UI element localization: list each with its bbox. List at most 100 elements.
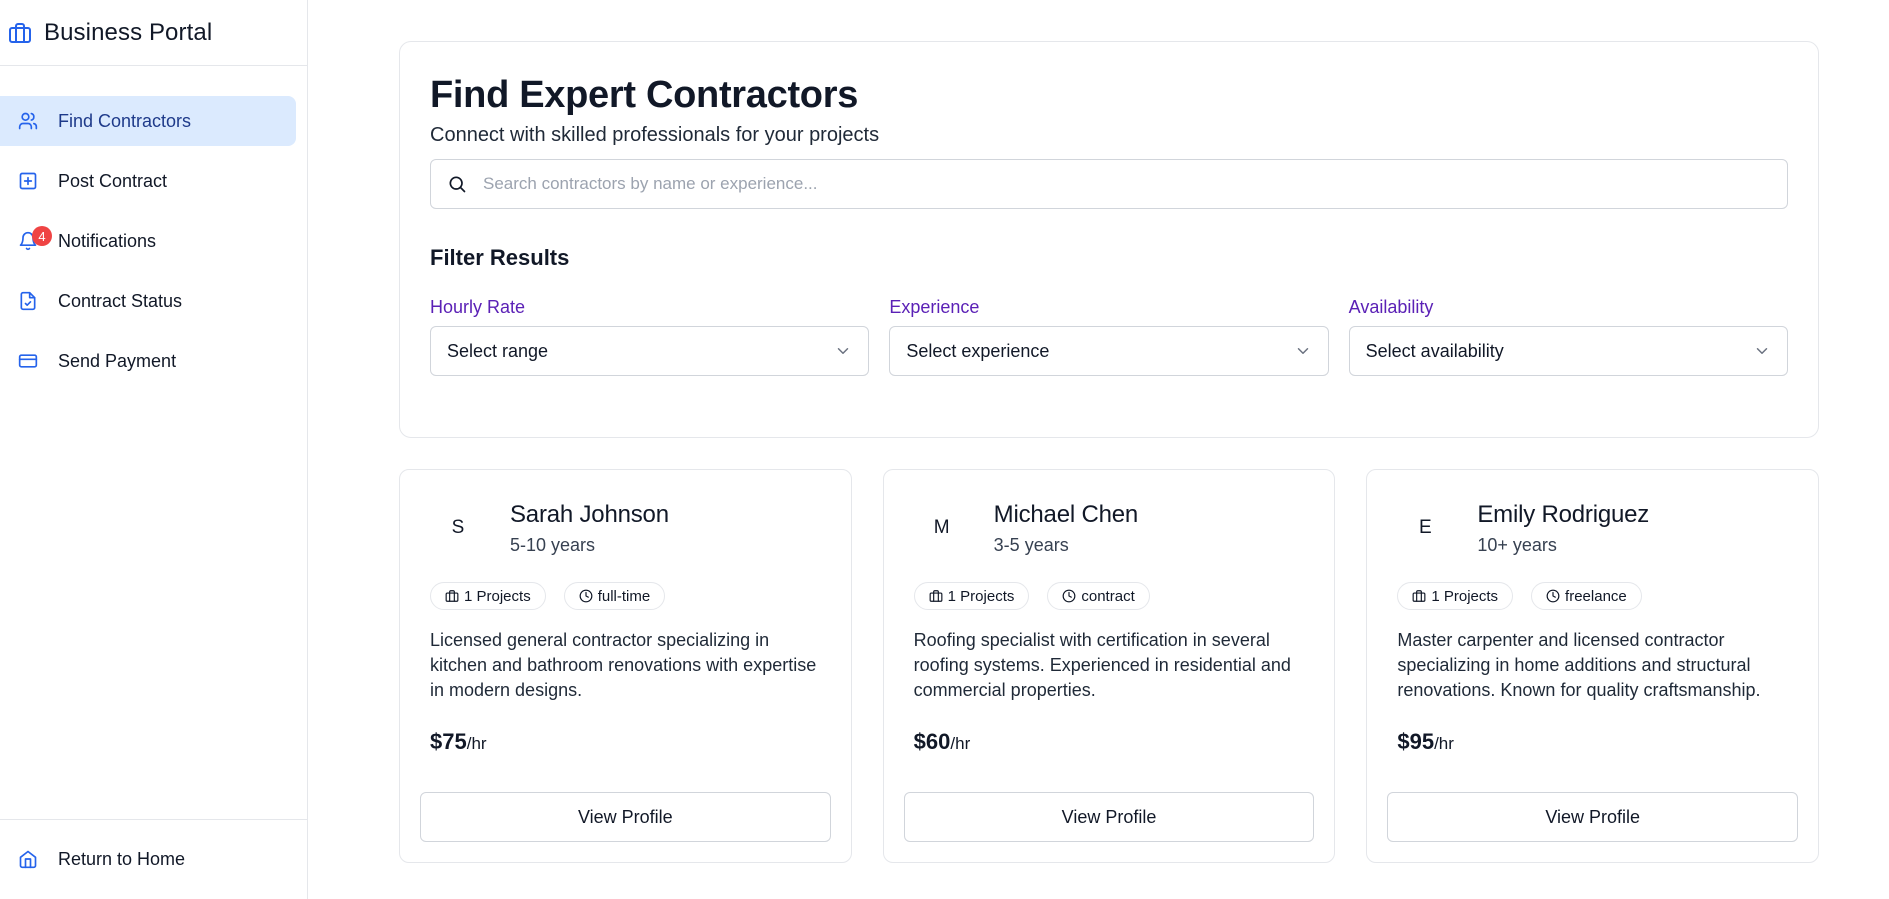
clock-icon	[579, 589, 593, 603]
contractor-name: Sarah Johnson	[510, 500, 669, 528]
rate-unit: /hr	[1434, 734, 1454, 753]
hourly-rate-select[interactable]: Select range	[430, 326, 870, 376]
contractor-info: Michael Chen 3-5 years	[993, 500, 1139, 556]
page-title: Find Expert Contractors	[430, 74, 859, 116]
search-panel: Find Expert Contractors Connect with ski…	[399, 41, 1819, 438]
briefcase-icon	[929, 589, 943, 603]
filter-hourly-rate: Hourly Rate Select range	[430, 297, 870, 376]
sidebar-nav: Find Contractors Post Contract 4 Notific…	[0, 66, 307, 386]
return-home-label: Return to Home	[58, 848, 186, 869]
users-icon	[18, 111, 38, 131]
availability-tag: contract	[1047, 582, 1150, 610]
contractor-name: Michael Chen	[993, 500, 1139, 528]
select-value: Select experience	[906, 340, 1050, 361]
availability-tag: full-time	[563, 582, 666, 610]
rate-unit: /hr	[466, 734, 487, 753]
briefcase-icon	[1412, 589, 1426, 603]
hourly-rate: $60/hr	[914, 729, 1315, 755]
view-profile-button[interactable]: View Profile	[420, 792, 831, 842]
rate-unit: /hr	[950, 734, 971, 753]
sidebar-item-notifications[interactable]: 4 Notifications	[0, 216, 296, 266]
clock-icon	[1062, 589, 1076, 603]
page-subtitle: Connect with skilled professionals for y…	[430, 124, 880, 146]
availability-type: full-time	[597, 587, 651, 605]
credit-card-icon	[18, 351, 38, 371]
brand: Business Portal	[0, 0, 307, 66]
availability-type: contract	[1081, 587, 1135, 605]
hourly-rate: $95/hr	[1397, 729, 1798, 755]
contractor-card: E Emily Rodriguez 10+ years 1 Projects f…	[1366, 469, 1820, 863]
projects-tag: 1 Projects	[1397, 582, 1514, 610]
contractor-tags: 1 Projects freelance	[1397, 582, 1798, 610]
contractor-experience: 10+ years	[1477, 534, 1557, 555]
filter-experience: Experience Select experience	[889, 297, 1329, 376]
plus-square-icon	[18, 171, 38, 191]
sidebar-item-label: Post Contract	[58, 170, 168, 191]
filter-heading: Filter Results	[430, 245, 570, 270]
filters: Hourly Rate Select range Experience Sele…	[430, 297, 1788, 376]
notification-count-badge: 4	[32, 226, 52, 246]
availability-type: freelance	[1565, 587, 1627, 605]
sidebar-item-label: Notifications	[58, 230, 157, 251]
sidebar-item-post-contract[interactable]: Post Contract	[0, 156, 296, 206]
sidebar-item-send-payment[interactable]: Send Payment	[0, 336, 296, 386]
rate-amount: $60	[913, 729, 951, 754]
chevron-down-icon	[1753, 342, 1771, 360]
clock-icon	[1546, 589, 1560, 603]
sidebar-item-label: Find Contractors	[58, 110, 192, 131]
contractor-list: S Sarah Johnson 5-10 years 1 Projects fu…	[399, 469, 1820, 863]
contractor-description: Master carpenter and licensed contractor…	[1397, 630, 1761, 700]
availability-select[interactable]: Select availability	[1348, 326, 1788, 376]
contractor-description: Licensed general contractor specializing…	[430, 630, 817, 700]
home-icon	[18, 849, 38, 869]
avatar: M	[933, 517, 950, 538]
return-home-link[interactable]: Return to Home	[0, 834, 296, 884]
projects-tag: 1 Projects	[913, 582, 1030, 610]
availability-tag: freelance	[1531, 582, 1642, 610]
search-icon	[447, 174, 467, 194]
contractor-info: Emily Rodriguez 10+ years	[1477, 501, 1649, 556]
contractor-card: S Sarah Johnson 5-10 years 1 Projects fu…	[399, 469, 852, 863]
file-check-icon	[18, 291, 38, 311]
briefcase-icon	[445, 589, 459, 603]
sidebar-item-contract-status[interactable]: Contract Status	[0, 276, 296, 326]
chevron-down-icon	[834, 342, 852, 360]
contractor-card: M Michael Chen 3-5 years 1 Projects cont…	[882, 469, 1336, 863]
sidebar-item-label: Contract Status	[58, 290, 183, 311]
card-header: S Sarah Johnson 5-10 years	[430, 500, 831, 556]
filter-label: Hourly Rate	[430, 297, 526, 317]
card-header: M Michael Chen 3-5 years	[914, 500, 1315, 556]
experience-select[interactable]: Select experience	[889, 326, 1329, 376]
projects-count: 1 Projects	[947, 587, 1015, 605]
view-profile-button[interactable]: View Profile	[903, 792, 1315, 842]
contractor-info: Sarah Johnson 5-10 years	[510, 501, 669, 556]
projects-count: 1 Projects	[464, 587, 531, 605]
projects-tag: 1 Projects	[430, 582, 546, 610]
sidebar-item-find-contractors[interactable]: Find Contractors	[0, 96, 296, 146]
contractor-tags: 1 Projects full-time	[430, 582, 831, 610]
contractor-name: Emily Rodriguez	[1477, 500, 1650, 528]
hourly-rate: $75/hr	[430, 729, 831, 755]
search-box	[430, 159, 1788, 209]
avatar: S	[451, 517, 465, 538]
search-input[interactable]	[483, 174, 1771, 194]
briefcase-icon	[8, 21, 32, 45]
rate-amount: $75	[430, 729, 467, 754]
app-title: Business Portal	[44, 18, 213, 46]
contractor-description: Roofing specialist with certification in…	[913, 630, 1291, 700]
contractor-experience: 5-10 years	[510, 534, 596, 555]
card-header: E Emily Rodriguez 10+ years	[1397, 500, 1798, 556]
rate-amount: $95	[1397, 729, 1435, 754]
avatar: E	[1419, 517, 1432, 538]
filter-availability: Availability Select availability	[1348, 297, 1788, 376]
sidebar-footer: Return to Home	[0, 819, 307, 899]
select-value: Select range	[447, 340, 549, 361]
view-profile-button[interactable]: View Profile	[1387, 792, 1799, 842]
select-value: Select availability	[1365, 340, 1504, 361]
sidebar: Business Portal Find Contractors Post Co…	[0, 0, 308, 899]
contractor-tags: 1 Projects contract	[913, 582, 1315, 610]
sidebar-item-label: Send Payment	[58, 350, 177, 371]
contractor-experience: 3-5 years	[993, 534, 1069, 555]
filter-label: Availability	[1348, 297, 1434, 317]
filter-label: Experience	[889, 297, 980, 317]
